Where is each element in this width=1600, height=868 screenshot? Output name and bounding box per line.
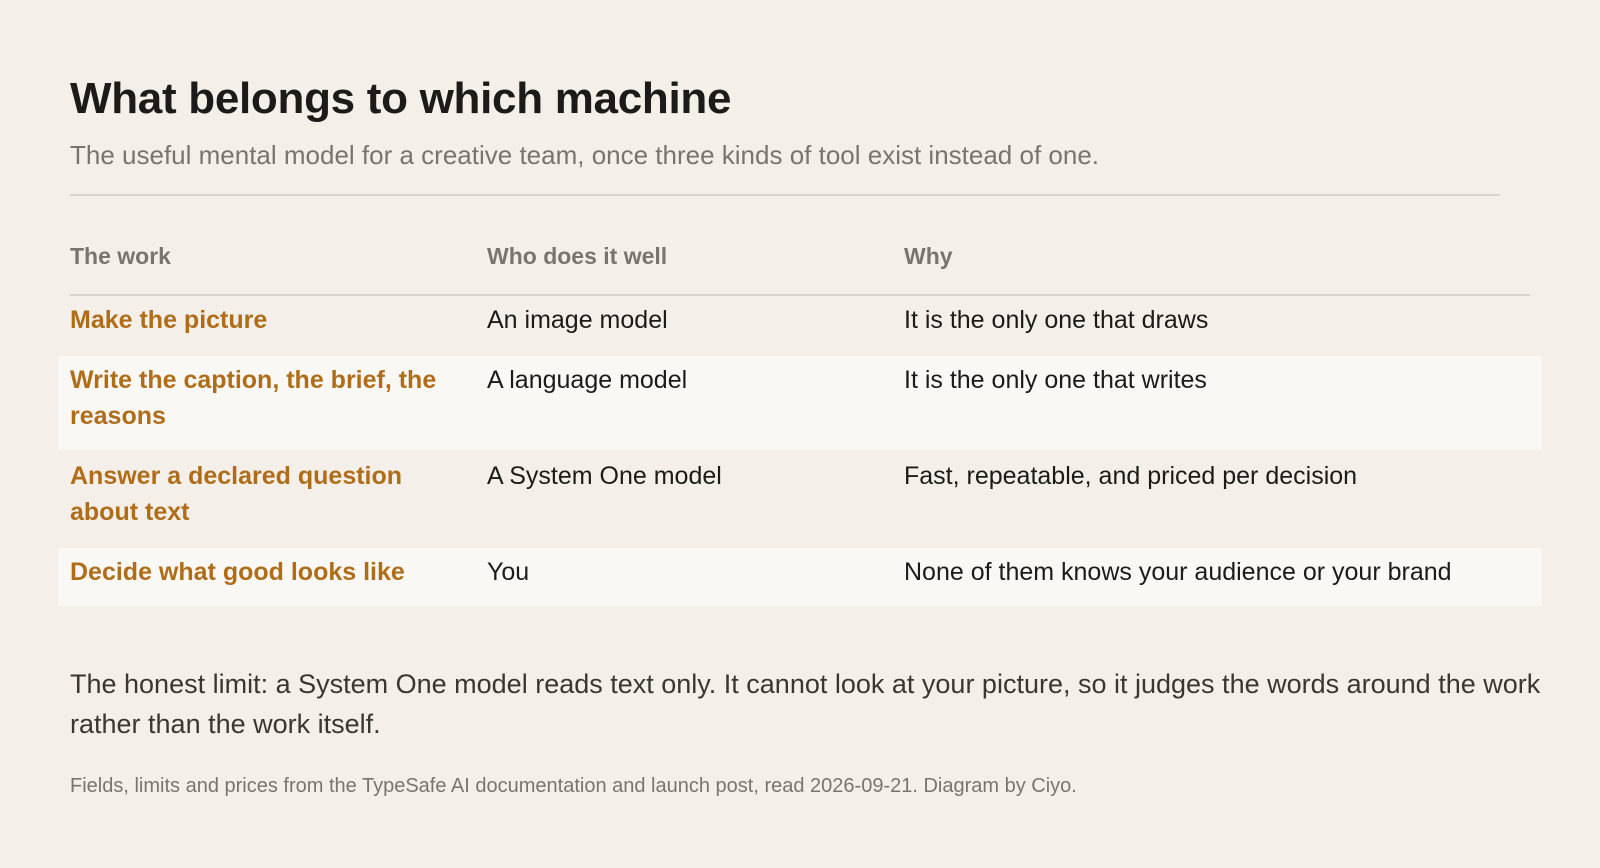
row-work: Decide what good looks like (70, 558, 405, 586)
column-header-who: Who does it well (487, 243, 668, 269)
row-work: Answer a declared question about text (70, 462, 403, 526)
column-header-why: Why (904, 243, 953, 269)
row-who: You (487, 558, 530, 586)
row-why: It is the only one that writes (904, 366, 1207, 394)
limit-note: The honest limit: a System One model rea… (70, 669, 1541, 739)
table-row: Make the picture An image model It is th… (58, 296, 1542, 356)
page-title: What belongs to which machine (70, 74, 732, 123)
row-who: A System One model (487, 462, 722, 490)
responsibility-table: The work Who does it well Why Make the p… (58, 226, 1542, 606)
table-row: Write the caption, the brief, the reason… (58, 356, 1542, 450)
row-why: Fast, repeatable, and priced per decisio… (904, 462, 1358, 490)
page-subtitle: The useful mental model for a creative t… (70, 140, 1100, 170)
source-footnote: Fields, limits and prices from the TypeS… (70, 775, 1077, 797)
column-header-work: The work (70, 243, 171, 269)
row-work: Write the caption, the brief, the reason… (70, 366, 437, 430)
row-who: An image model (487, 306, 668, 334)
table-row: Decide what good looks like You None of … (58, 548, 1542, 606)
row-who: A language model (487, 366, 688, 394)
page: What belongs to which machine The useful… (0, 0, 1600, 868)
table-header: The work Who does it well Why (70, 226, 1530, 296)
row-why: None of them knows your audience or your… (904, 558, 1452, 586)
table-row: Answer a declared question about text A … (58, 450, 1542, 548)
row-why: It is the only one that draws (904, 306, 1209, 334)
header-divider (70, 194, 1500, 196)
row-work: Make the picture (70, 306, 268, 334)
